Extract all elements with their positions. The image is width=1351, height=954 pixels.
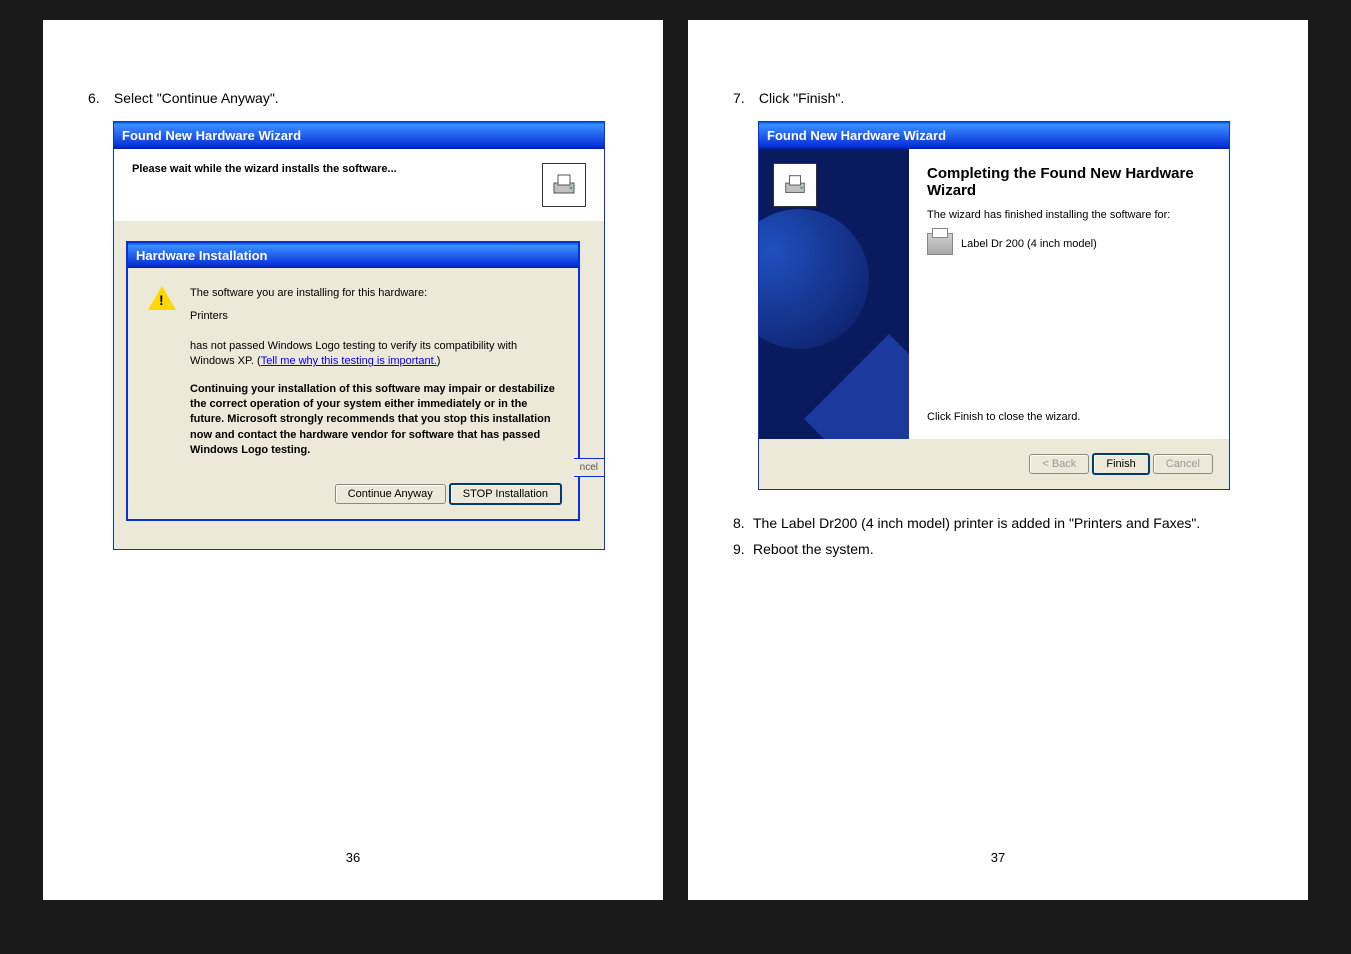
hw-device: Printers xyxy=(190,309,558,324)
click-finish-text: Click Finish to close the wizard. xyxy=(927,411,1211,423)
step-number: 7. xyxy=(733,90,755,106)
inner-button-row: Continue Anyway STOP Installation xyxy=(128,473,578,519)
cancel-peek: ncel xyxy=(574,458,605,477)
completing-heading: Completing the Found New Hardware Wizard xyxy=(927,165,1211,199)
step-text: Select "Continue Anyway". xyxy=(114,90,279,106)
hw-installing-line: The software you are installing for this… xyxy=(190,286,558,301)
hw-logo-line: has not passed Windows Logo testing to v… xyxy=(190,339,558,370)
step-text: Reboot the system. xyxy=(753,538,874,560)
completing-sub: The wizard has finished installing the s… xyxy=(927,209,1211,221)
printer-icon xyxy=(927,233,953,255)
inner-body: The software you are installing for this… xyxy=(128,268,578,473)
device-icon xyxy=(542,163,586,207)
outer-wizard-dialog: Found New Hardware Wizard Please wait wh… xyxy=(113,121,605,550)
step-6: 6. Select "Continue Anyway". xyxy=(88,90,618,106)
finish-button[interactable]: Finish xyxy=(1092,453,1149,475)
followup-steps: 8. The Label Dr200 (4 inch model) printe… xyxy=(733,512,1263,561)
hw-warning-bold: Continuing your installation of this sof… xyxy=(190,382,558,459)
finish-titlebar: Found New Hardware Wizard xyxy=(759,122,1229,149)
step-7: 7. Click "Finish". xyxy=(733,90,1263,106)
installed-device-line: Label Dr 200 (4 inch model) xyxy=(927,233,1211,255)
finish-button-row: < Back Finish Cancel xyxy=(759,439,1229,489)
page-number: 36 xyxy=(346,850,360,865)
step-number: 8. xyxy=(733,512,753,534)
outer-heading: Please wait while the wizard installs th… xyxy=(132,163,397,175)
finish-wizard-dialog: Found New Hardware Wizard Completing the… xyxy=(758,121,1230,490)
step-number: 6. xyxy=(88,90,110,106)
installed-device-name: Label Dr 200 (4 inch model) xyxy=(961,238,1097,250)
step-text: The Label Dr200 (4 inch model) printer i… xyxy=(753,512,1263,534)
warning-icon xyxy=(148,286,176,314)
page-right: 7. Click "Finish". Found New Hardware Wi… xyxy=(688,20,1308,900)
page-left: 6. Select "Continue Anyway". Found New H… xyxy=(43,20,663,900)
inner-titlebar: Hardware Installation xyxy=(128,243,578,268)
step-text: Click "Finish". xyxy=(759,90,844,106)
hardware-installation-dialog: Hardware Installation The software you a… xyxy=(126,241,580,521)
stop-installation-button[interactable]: STOP Installation xyxy=(449,483,562,505)
cancel-button: Cancel xyxy=(1153,454,1213,474)
page-spread: 6. Select "Continue Anyway". Found New H… xyxy=(43,20,1308,900)
inner-text: The software you are installing for this… xyxy=(190,286,558,459)
finish-right-pane: Completing the Found New Hardware Wizard… xyxy=(909,149,1229,439)
hw-logo-text-b: ) xyxy=(437,355,441,367)
continue-anyway-button[interactable]: Continue Anyway xyxy=(335,484,446,504)
step-9: 9. Reboot the system. xyxy=(733,538,1263,560)
back-button: < Back xyxy=(1029,454,1089,474)
tell-me-why-link[interactable]: Tell me why this testing is important. xyxy=(261,355,437,367)
step-number: 9. xyxy=(733,538,753,560)
outer-content: Please wait while the wizard installs th… xyxy=(114,149,604,221)
outer-titlebar: Found New Hardware Wizard xyxy=(114,122,604,149)
device-icon xyxy=(773,163,817,207)
step-8: 8. The Label Dr200 (4 inch model) printe… xyxy=(733,512,1263,534)
page-number: 37 xyxy=(991,850,1005,865)
wizard-side-graphic xyxy=(759,149,909,439)
finish-body: Completing the Found New Hardware Wizard… xyxy=(759,149,1229,439)
